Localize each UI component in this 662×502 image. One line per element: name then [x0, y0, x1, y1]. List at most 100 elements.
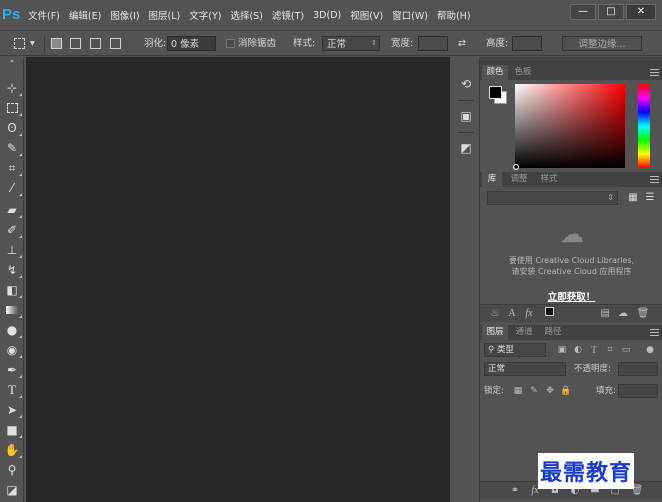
history-brush-tool-icon[interactable]: ↯: [3, 262, 22, 278]
feather-input[interactable]: 0 像素: [167, 36, 216, 51]
get-now-link[interactable]: 立即获取！: [480, 289, 662, 303]
panel-menu-icon[interactable]: [650, 329, 659, 336]
path-selection-tool-icon[interactable]: ➤: [3, 402, 22, 418]
stock-icon[interactable]: ▤: [598, 307, 612, 321]
filter-toggle-icon[interactable]: ●: [644, 343, 656, 357]
intersect-selection-icon[interactable]: [110, 38, 121, 49]
antialias-checkbox[interactable]: [226, 39, 235, 48]
layers-panel-tabs: 图层 通道 路径: [480, 325, 662, 340]
close-button[interactable]: ✕: [626, 4, 656, 20]
list-view-icon[interactable]: ☰: [643, 191, 657, 205]
opacity-input[interactable]: [618, 362, 658, 376]
color-spectrum[interactable]: [515, 84, 625, 168]
height-input[interactable]: [512, 36, 542, 51]
document-canvas-area[interactable]: [26, 57, 450, 502]
healing-brush-tool-icon[interactable]: ▰: [3, 202, 22, 218]
subtract-selection-icon[interactable]: [90, 38, 101, 49]
type-tool-icon[interactable]: T: [3, 382, 22, 398]
add-text-icon[interactable]: A: [505, 307, 519, 321]
lock-transparency-icon[interactable]: ▦: [512, 384, 524, 398]
eraser-tool-icon[interactable]: ◧: [3, 282, 22, 298]
type-filter-icon[interactable]: T: [588, 343, 600, 357]
toolbox-collapse-icon[interactable]: »: [3, 59, 21, 65]
paragraph-panel-icon[interactable]: ◩: [456, 138, 476, 158]
lock-position-icon[interactable]: ✥: [544, 384, 556, 398]
width-input[interactable]: [418, 36, 448, 51]
menu-edit[interactable]: 编辑(E): [69, 8, 101, 22]
menu-type[interactable]: 文字(Y): [189, 8, 221, 22]
pen-tool-icon[interactable]: ✒: [3, 362, 22, 378]
menu-layer[interactable]: 图层(L): [149, 8, 181, 22]
preset-dropdown-icon[interactable]: ▾: [30, 36, 35, 51]
link-layers-icon[interactable]: ⚭: [508, 484, 522, 498]
gradient-tool-icon[interactable]: [3, 302, 22, 318]
panels-collapse-bar[interactable]: [480, 57, 662, 65]
tab-styles[interactable]: 样式: [536, 172, 562, 187]
menu-help[interactable]: 帮助(H): [437, 8, 471, 22]
move-tool-icon[interactable]: ⊹: [3, 80, 22, 96]
add-selection-icon[interactable]: [70, 38, 81, 49]
blend-opacity-row: 正常 不透明度:: [484, 361, 659, 377]
menu-image[interactable]: 图像(I): [110, 8, 139, 22]
tab-swatches[interactable]: 色板: [510, 65, 536, 80]
tab-layers[interactable]: 图层: [482, 325, 508, 340]
add-color-icon[interactable]: [542, 307, 556, 321]
properties-panel-icon[interactable]: ▣: [456, 106, 476, 126]
shape-filter-icon[interactable]: ⌗: [604, 343, 616, 357]
trash-icon[interactable]: 🗑: [636, 307, 650, 321]
lock-pixels-icon[interactable]: ✎: [528, 384, 540, 398]
crop-tool-icon[interactable]: ⌗: [3, 160, 22, 176]
smart-object-filter-icon[interactable]: ▭: [620, 343, 632, 357]
tab-adjustments[interactable]: 调整: [506, 172, 532, 187]
blend-mode-select[interactable]: 正常: [484, 362, 566, 376]
marquee-preset-icon[interactable]: [14, 38, 25, 49]
dodge-tool-icon[interactable]: ◉: [3, 342, 22, 358]
menu-3d[interactable]: 3D(D): [313, 10, 341, 21]
panel-menu-icon[interactable]: [650, 69, 659, 76]
tab-color[interactable]: 颜色: [482, 65, 508, 80]
library-select[interactable]: [487, 191, 618, 205]
hand-tool-icon[interactable]: ✋: [3, 442, 22, 458]
sync-cloud-icon[interactable]: ☁: [616, 307, 630, 321]
brush-tool-icon[interactable]: ✐: [3, 222, 22, 238]
library-footer: ♨ A fx ▤ ☁ 🗑: [480, 304, 662, 322]
menu-bar: Ps 文件(F) 编辑(E) 图像(I) 图层(L) 文字(Y) 选择(S) 滤…: [0, 0, 662, 30]
menu-window[interactable]: 窗口(W): [392, 8, 428, 22]
lasso-tool-icon[interactable]: ʘ: [3, 120, 22, 136]
swap-dimensions-icon[interactable]: ⇄: [458, 36, 466, 51]
zoom-tool-icon[interactable]: ⚲: [3, 462, 21, 478]
maximize-button[interactable]: □: [598, 4, 624, 20]
quick-selection-tool-icon[interactable]: ✎: [3, 140, 22, 156]
add-graphic-icon[interactable]: ♨: [488, 307, 502, 321]
menu-view[interactable]: 视图(V): [350, 8, 383, 22]
hue-slider[interactable]: [638, 84, 650, 168]
panel-menu-icon[interactable]: [650, 176, 659, 183]
default-colors-icon[interactable]: ◪: [3, 482, 21, 498]
grid-view-icon[interactable]: ▦: [626, 191, 640, 205]
eyedropper-tool-icon[interactable]: ⁄: [3, 180, 22, 196]
adjustment-filter-icon[interactable]: ◐: [572, 343, 584, 357]
clone-stamp-tool-icon[interactable]: ⊥: [3, 242, 22, 258]
tab-paths[interactable]: 路径: [540, 325, 566, 340]
tab-libraries[interactable]: 库: [482, 172, 502, 187]
marquee-tool-icon[interactable]: [3, 100, 22, 116]
layer-filter-select[interactable]: ⚲ 类型: [484, 343, 546, 357]
new-selection-icon[interactable]: [51, 38, 62, 49]
minimize-button[interactable]: —: [570, 4, 596, 20]
foreground-color-swatch[interactable]: [489, 86, 502, 99]
menu-select[interactable]: 选择(S): [230, 8, 262, 22]
tab-channels[interactable]: 通道: [511, 325, 537, 340]
library-message-line2: 请安装 Creative Cloud 应用程序: [511, 267, 632, 276]
toolbox: » ⊹ ʘ ✎ ⌗ ⁄ ▰ ✐ ⊥ ↯ ◧ ● ◉ ✒ T ➤ ■ ✋ ⚲ ◪: [0, 57, 24, 502]
fill-input[interactable]: [618, 384, 658, 398]
refine-edge-button[interactable]: 调整边缘...: [562, 36, 642, 51]
add-style-icon[interactable]: fx: [522, 307, 536, 321]
menu-filter[interactable]: 滤镜(T): [272, 8, 304, 22]
pixel-filter-icon[interactable]: ▣: [556, 343, 568, 357]
color-picker-cursor[interactable]: [513, 164, 519, 170]
rectangle-tool-icon[interactable]: ■: [3, 422, 22, 438]
lock-all-icon[interactable]: 🔒: [560, 384, 572, 398]
menu-file[interactable]: 文件(F): [28, 8, 60, 22]
history-panel-icon[interactable]: ⟲: [456, 74, 476, 94]
blur-tool-icon[interactable]: ●: [3, 322, 22, 338]
